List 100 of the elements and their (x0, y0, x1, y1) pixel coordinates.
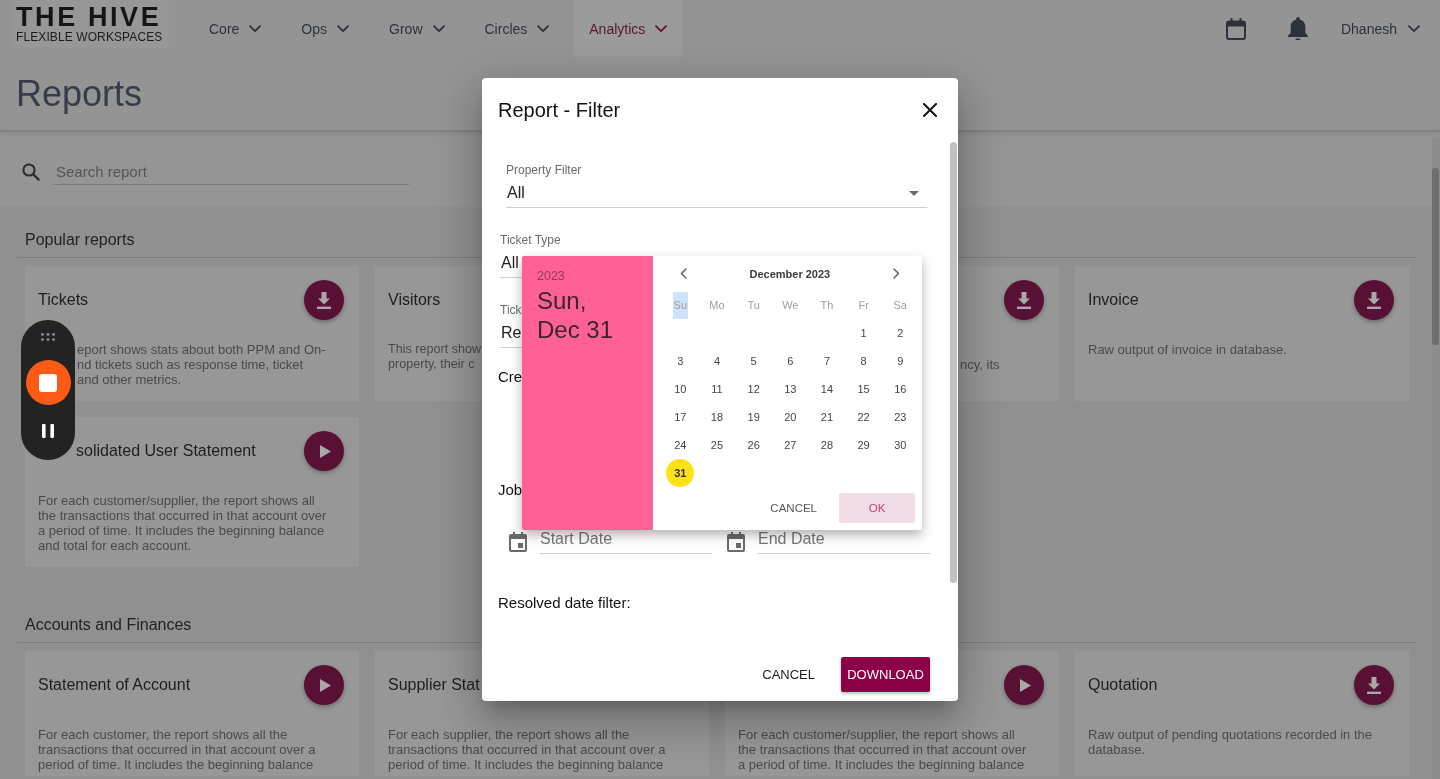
calendar-day[interactable]: 14 (812, 375, 841, 403)
scrollbar[interactable] (1432, 168, 1439, 345)
report-description: For each customer, the report shows all the transactions that occurred in that account over a period of time. It includes the beginning balance (38, 727, 317, 772)
calendar-day[interactable]: 29 (849, 431, 878, 459)
download-button[interactable] (304, 280, 344, 320)
calendar-day[interactable]: 9 (886, 347, 915, 375)
filter-heading: Resolved date filter: (498, 594, 631, 612)
calendar-day[interactable]: 21 (812, 403, 841, 431)
select-field[interactable]: All (506, 183, 927, 208)
chevron-down-icon (432, 24, 445, 33)
calendar-day[interactable]: 31 (666, 459, 695, 487)
calendar-day[interactable]: 28 (812, 431, 841, 459)
calendar-day[interactable]: 10 (666, 375, 695, 403)
calendar-icon[interactable] (1225, 17, 1246, 40)
calendar-day[interactable]: 22 (849, 403, 878, 431)
report-title: Supplier Stat (388, 675, 480, 695)
scrollbar[interactable] (950, 142, 957, 583)
stop-icon (39, 373, 57, 392)
selected-date: Sun, Dec 31 (537, 286, 615, 344)
chevron-down-icon (655, 24, 668, 33)
play-button[interactable] (304, 665, 344, 705)
calendar-day[interactable]: 15 (849, 375, 878, 403)
page-title: Reports (16, 73, 143, 114)
cancel-button[interactable]: CANCEL (754, 659, 823, 690)
play-button[interactable] (1004, 665, 1044, 705)
chevron-right-icon[interactable] (892, 268, 900, 279)
nav-menu[interactable]: Core (194, 0, 277, 57)
weekday-label: Fr (857, 297, 870, 313)
chevron-down-icon (537, 24, 550, 33)
calendar-day[interactable]: 7 (812, 347, 841, 375)
calendar-day[interactable]: 8 (849, 347, 878, 375)
month-label: December 2023 (749, 267, 831, 280)
download-button[interactable] (1004, 280, 1044, 320)
calendar-day[interactable]: 12 (739, 375, 768, 403)
weekday-label: We (781, 297, 800, 313)
date-field[interactable]: End Date (758, 529, 930, 554)
bell-icon[interactable] (1287, 16, 1308, 41)
calendar-day[interactable]: 6 (776, 347, 805, 375)
calendar-day[interactable]: 18 (703, 403, 731, 431)
ok-button[interactable]: OK (839, 493, 915, 523)
nav-menu[interactable]: Grow (374, 0, 460, 57)
date-field[interactable]: Start Date (540, 529, 712, 554)
filter-heading: Job (498, 481, 523, 499)
section-title: Popular reports (25, 231, 135, 248)
calendar-day[interactable]: 19 (739, 403, 768, 431)
report-description: Raw output of pending quotations recorded in the database. (1088, 727, 1374, 757)
play-button[interactable] (304, 431, 344, 471)
download-button[interactable] (1354, 665, 1394, 705)
nav-menu[interactable]: Analytics (574, 0, 683, 57)
search-field[interactable]: Search report (53, 159, 409, 185)
calendar-day[interactable]: 20 (776, 403, 805, 431)
report-description: This report show property, their c (388, 342, 482, 372)
calendar-icon[interactable] (509, 532, 527, 552)
nav-menu[interactable]: Circles (469, 0, 565, 57)
grip-icon[interactable] (41, 333, 55, 341)
chevron-left-icon[interactable] (680, 268, 687, 279)
filter-heading: Cre (498, 368, 523, 386)
dialog-title: Report - Filter (498, 97, 621, 122)
dropdown-icon (909, 190, 919, 196)
report-title: Visitors (388, 290, 441, 310)
calendar-day[interactable]: 1 (849, 319, 878, 347)
calendar-day[interactable]: 5 (739, 347, 768, 375)
play-icon (1019, 678, 1031, 692)
field-label: Property Filter (506, 163, 582, 177)
calendar-day[interactable]: 27 (776, 431, 805, 459)
play-icon (319, 444, 331, 458)
pause-icon[interactable] (42, 424, 54, 438)
field-label: Tick (500, 303, 522, 317)
calendar-day[interactable]: 16 (886, 375, 915, 403)
weekday-label: Tu (746, 297, 761, 313)
weekday-label: Su (672, 291, 689, 319)
calendar-day[interactable]: 25 (703, 431, 731, 459)
calendar-day[interactable]: 24 (666, 431, 695, 459)
logo-subtitle: FLEXIBLE WORKSPACES (16, 29, 163, 44)
calendar-icon[interactable] (727, 532, 745, 552)
calendar-day[interactable]: 26 (739, 431, 768, 459)
download-icon (317, 291, 331, 309)
section-title: Accounts and Finances (25, 616, 192, 633)
close-icon[interactable] (923, 102, 937, 117)
calendar-day[interactable]: 11 (703, 375, 731, 403)
calendar-day[interactable]: 13 (776, 375, 805, 403)
stop-button[interactable] (25, 360, 71, 405)
calendar-day[interactable]: 30 (886, 431, 915, 459)
report-description: ncy, its (960, 357, 1000, 372)
nav-menu[interactable]: Ops (286, 0, 365, 57)
calendar-day[interactable]: 23 (886, 403, 915, 431)
weekday-label: Mo (708, 297, 726, 313)
calendar-day[interactable]: 17 (666, 403, 695, 431)
chevron-down-icon (337, 24, 350, 33)
calendar-day[interactable]: 4 (703, 347, 731, 375)
download-button[interactable] (1354, 280, 1394, 320)
cancel-button[interactable]: CANCEL (762, 493, 825, 523)
calendar-day[interactable]: 2 (886, 319, 915, 347)
field-label: Ticket Type (500, 233, 561, 247)
download-button[interactable]: DOWNLOAD (841, 657, 930, 692)
report-title: Invoice (1088, 290, 1139, 310)
report-description: For each customer/supplier, the report shows all the transactions that occurred in that account over a period of time. It includes the beginning balance (738, 727, 1028, 772)
calendar-day[interactable]: 3 (666, 347, 695, 375)
user-menu[interactable]: Dhanesh (1340, 20, 1420, 37)
download-icon (1017, 291, 1031, 309)
